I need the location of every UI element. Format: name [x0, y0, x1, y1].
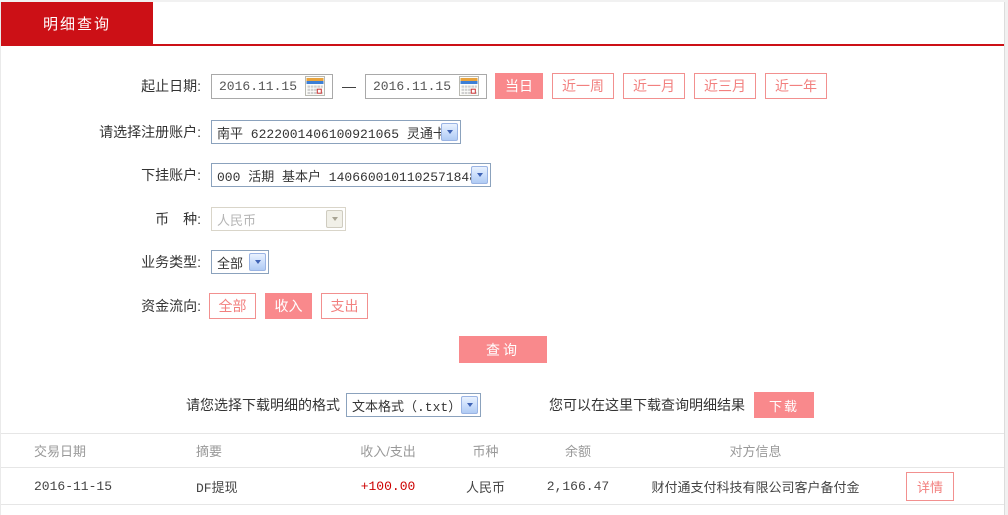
fund-flow-all-button[interactable]: 全部 — [209, 293, 256, 319]
cell-counterparty: 财付通支付科技有限公司客户备付金 — [651, 479, 860, 495]
fund-flow-label: 资金流向: — [141, 298, 201, 314]
results-table: 交易日期 摘要 收入/支出 币种 余额 对方信息 2016-11-15 DF提现… — [1, 433, 1004, 505]
table-row: 2016-11-15 DF提现 +100.00 人民币 2,166.47 财付通… — [1, 468, 1004, 505]
business-type-select[interactable]: 全部 — [211, 250, 269, 274]
registered-account-row: 请选择注册账户: 南平 6222001406100921065 灵通卡 — [1, 119, 1004, 145]
date-range-label: 起止日期: — [141, 78, 201, 94]
header-counterparty: 对方信息 — [729, 444, 782, 459]
calendar-icon — [305, 76, 325, 96]
tab-label: 明细查询 — [42, 15, 111, 33]
quick-range-year-button[interactable]: 近一年 — [765, 73, 827, 99]
tab-detail-query[interactable]: 明细查询 — [1, 2, 153, 44]
header-currency: 币种 — [472, 444, 499, 459]
registered-account-label: 请选择注册账户: — [99, 124, 201, 140]
calendar-icon — [459, 76, 479, 96]
download-format-label: 请您选择下载明细的格式 — [186, 397, 340, 413]
fund-flow-income-button[interactable]: 收入 — [265, 293, 312, 319]
cell-summary: DF提现 — [196, 480, 238, 496]
chevron-down-icon — [326, 210, 343, 228]
quick-range-week-button[interactable]: 近一周 — [552, 73, 614, 99]
start-date-input[interactable] — [212, 78, 304, 94]
chevron-down-icon — [249, 253, 266, 271]
download-hint: 您可以在这里下载查询明细结果 — [549, 397, 745, 413]
quick-range-month-button[interactable]: 近一月 — [623, 73, 685, 99]
sub-account-label: 下挂账户: — [141, 167, 201, 183]
fund-flow-expense-button[interactable]: 支出 — [321, 293, 368, 319]
registered-account-select[interactable]: 南平 6222001406100921065 灵通卡 — [211, 120, 461, 144]
chevron-down-icon — [471, 166, 488, 184]
header-amount: 收入/支出 — [360, 444, 416, 459]
date-range-row: 起止日期: 2016.11.15 — 2016.11.15 当日 近一周 近一月… — [1, 73, 1004, 99]
end-date-box — [365, 73, 487, 99]
currency-label: 币 种: — [155, 211, 201, 227]
query-button[interactable]: 查询 — [459, 336, 547, 363]
download-format-value: 文本格式（.txt） — [352, 399, 461, 415]
start-date-box — [211, 73, 333, 99]
currency-value: 人民币 — [217, 212, 257, 228]
cell-balance: 2,166.47 — [546, 478, 610, 494]
download-button[interactable]: 下载 — [754, 392, 814, 418]
date-separator: — — [342, 78, 356, 94]
table-header-row: 交易日期 摘要 收入/支出 币种 余额 对方信息 — [1, 433, 1004, 468]
business-type-row: 业务类型: 全部 — [1, 249, 1004, 275]
sub-account-select[interactable]: 000 活期 基本户 1406600101102571848 — [211, 163, 491, 187]
end-date-calendar-button[interactable] — [458, 75, 480, 97]
currency-select: 人民币 — [211, 207, 346, 231]
header-balance: 余额 — [564, 444, 591, 459]
chevron-down-icon — [441, 123, 458, 141]
business-type-label: 业务类型: — [141, 254, 201, 270]
registered-account-value: 南平 6222001406100921065 灵通卡 — [217, 126, 441, 142]
sub-account-row: 下挂账户: 000 活期 基本户 1406600101102571848 — [1, 162, 1004, 188]
business-type-value: 全部 — [217, 255, 244, 271]
end-date-input[interactable] — [366, 78, 458, 94]
cell-action: 详情 — [888, 471, 1004, 501]
tab-underline — [1, 44, 1004, 46]
header-date: 交易日期 — [34, 444, 87, 459]
header-summary: 摘要 — [196, 444, 223, 459]
download-row: 请您选择下载明细的格式 文本格式（.txt） 您可以在这里下载查询明细结果 下载 — [1, 392, 1004, 418]
cell-currency: 人民币 — [465, 479, 505, 495]
fund-flow-row: 资金流向: 全部 收入 支出 — [1, 293, 1004, 319]
cell-amount: +100.00 — [360, 478, 416, 494]
currency-row: 币 种: 人民币 — [1, 206, 1004, 232]
sub-account-value: 000 活期 基本户 1406600101102571848 — [217, 169, 471, 185]
chevron-down-icon — [461, 396, 478, 414]
detail-query-panel: 明细查询 起止日期: 2016.11.15 — 2016.11.15 当日 近一… — [0, 2, 1005, 515]
download-format-select[interactable]: 文本格式（.txt） — [346, 393, 481, 417]
cell-date: 2016-11-15 — [34, 478, 113, 494]
detail-button[interactable]: 详情 — [906, 471, 955, 501]
quick-range-quarter-button[interactable]: 近三月 — [694, 73, 756, 99]
quick-range-today-button[interactable]: 当日 — [495, 73, 543, 99]
start-date-calendar-button[interactable] — [304, 75, 326, 97]
